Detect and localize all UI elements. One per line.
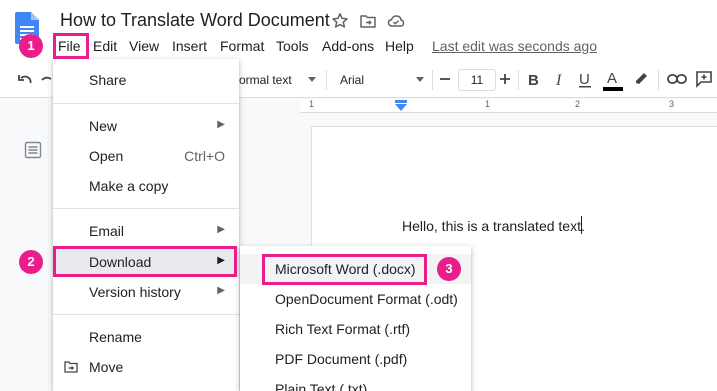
menu-item-label: Open — [89, 148, 124, 164]
file-menu-item-make-a-copy[interactable]: Make a copy — [53, 171, 239, 201]
svg-text:I: I — [555, 72, 562, 89]
move-icon — [64, 361, 78, 373]
step-badge-3: 3 — [437, 257, 461, 281]
menu-item-label: Share — [89, 72, 127, 88]
file-menu: Share New ▶ Open Ctrl+O Make a copy Emai… — [53, 59, 239, 391]
step-badge-1: 1 — [19, 34, 43, 58]
italic-icon[interactable]: I — [552, 71, 568, 89]
menu-divider — [53, 103, 239, 104]
toolbar-divider — [432, 70, 433, 90]
ruler-tick-label: 1 — [309, 99, 315, 109]
increase-font-size-icon[interactable] — [497, 71, 513, 87]
menu-item-label: OpenDocument Format (.odt) — [275, 291, 458, 307]
text-color-icon[interactable]: A — [603, 68, 623, 92]
menu-edit[interactable]: Edit — [89, 36, 121, 56]
download-item-rtf[interactable]: Rich Text Format (.rtf) — [240, 314, 471, 344]
menu-view[interactable]: View — [125, 36, 163, 56]
font-select[interactable]: Arial — [340, 73, 364, 87]
header: How to Translate Word Document File Edit… — [0, 0, 717, 62]
menu-divider — [53, 314, 239, 315]
download-item-txt[interactable]: Plain Text (.txt) — [240, 374, 471, 391]
svg-text:U: U — [579, 71, 590, 88]
menu-item-label: Plain Text (.txt) — [275, 381, 368, 391]
highlight-box-docx — [262, 254, 427, 285]
cloud-saved-icon[interactable] — [387, 12, 405, 30]
file-menu-item-new[interactable]: New ▶ — [53, 111, 239, 141]
menu-item-label: Rich Text Format (.rtf) — [275, 321, 411, 337]
star-icon[interactable] — [331, 12, 349, 30]
ruler-tick-label: 3 — [669, 99, 675, 109]
menu-help[interactable]: Help — [381, 36, 418, 56]
toolbar-divider — [326, 70, 327, 90]
style-dropdown-chevron-icon[interactable] — [308, 77, 316, 83]
highlight-box-download — [53, 246, 237, 277]
menu-item-label: Move — [89, 359, 124, 375]
indent-marker-icon[interactable] — [395, 100, 407, 111]
submenu-arrow-icon: ▶ — [217, 285, 225, 296]
file-menu-item-version-history[interactable]: Version history ▶ — [53, 277, 239, 307]
menu-insert[interactable]: Insert — [168, 36, 211, 56]
step-badge-2: 2 — [19, 250, 43, 274]
move-to-folder-icon[interactable] — [359, 12, 377, 30]
ruler-tick-label: 2 — [575, 99, 581, 109]
paragraph-style-select[interactable]: ormal text — [239, 73, 292, 87]
menu-item-label: Email — [89, 223, 125, 239]
toolbar-divider — [518, 70, 519, 90]
download-item-odt[interactable]: OpenDocument Format (.odt) — [240, 284, 471, 314]
svg-text:B: B — [528, 72, 539, 89]
submenu-arrow-icon: ▶ — [217, 119, 225, 130]
menu-item-label: Version history — [89, 284, 181, 300]
document-body-text[interactable]: Hello, this is a translated text. — [402, 218, 585, 234]
decrease-font-size-icon[interactable] — [437, 71, 453, 87]
ruler-track — [300, 99, 717, 113]
menu-format[interactable]: Format — [216, 36, 268, 56]
file-menu-item-move[interactable]: Move — [53, 352, 239, 382]
file-menu-item-rename[interactable]: Rename — [53, 322, 239, 352]
submenu-arrow-icon: ▶ — [217, 224, 225, 235]
file-menu-item-email[interactable]: Email ▶ — [53, 216, 239, 246]
file-menu-item-share[interactable]: Share — [53, 65, 239, 95]
ruler-tick-label: 1 — [485, 99, 491, 109]
download-item-pdf[interactable]: PDF Document (.pdf) — [240, 344, 471, 374]
menu-item-label: PDF Document (.pdf) — [275, 351, 408, 367]
add-comment-icon[interactable] — [695, 70, 713, 88]
menu-item-label: Rename — [89, 329, 142, 345]
bold-icon[interactable]: B — [525, 71, 541, 89]
menu-item-label: Make a copy — [89, 178, 169, 194]
file-menu-item-open[interactable]: Open Ctrl+O — [53, 141, 239, 171]
document-title[interactable]: How to Translate Word Document — [60, 10, 330, 31]
svg-text:A: A — [607, 70, 617, 87]
document-outline-icon[interactable] — [24, 141, 42, 159]
font-dropdown-chevron-icon[interactable] — [416, 77, 424, 83]
undo-icon[interactable] — [16, 71, 34, 89]
toolbar-divider — [658, 70, 659, 90]
menu-shortcut: Ctrl+O — [184, 148, 225, 164]
highlight-box-file — [53, 33, 89, 59]
font-size-input[interactable]: 11 — [458, 69, 496, 91]
highlight-icon[interactable] — [633, 71, 649, 87]
menu-item-label: New — [89, 118, 118, 134]
redo-icon[interactable] — [40, 71, 52, 89]
menu-divider — [53, 208, 239, 209]
menu-tools[interactable]: Tools — [272, 36, 313, 56]
underline-icon[interactable]: U — [577, 70, 593, 90]
last-edit-link[interactable]: Last edit was seconds ago — [432, 38, 597, 54]
menu-add-ons[interactable]: Add-ons — [318, 36, 378, 56]
link-icon[interactable] — [667, 71, 687, 87]
text-cursor — [581, 216, 582, 234]
